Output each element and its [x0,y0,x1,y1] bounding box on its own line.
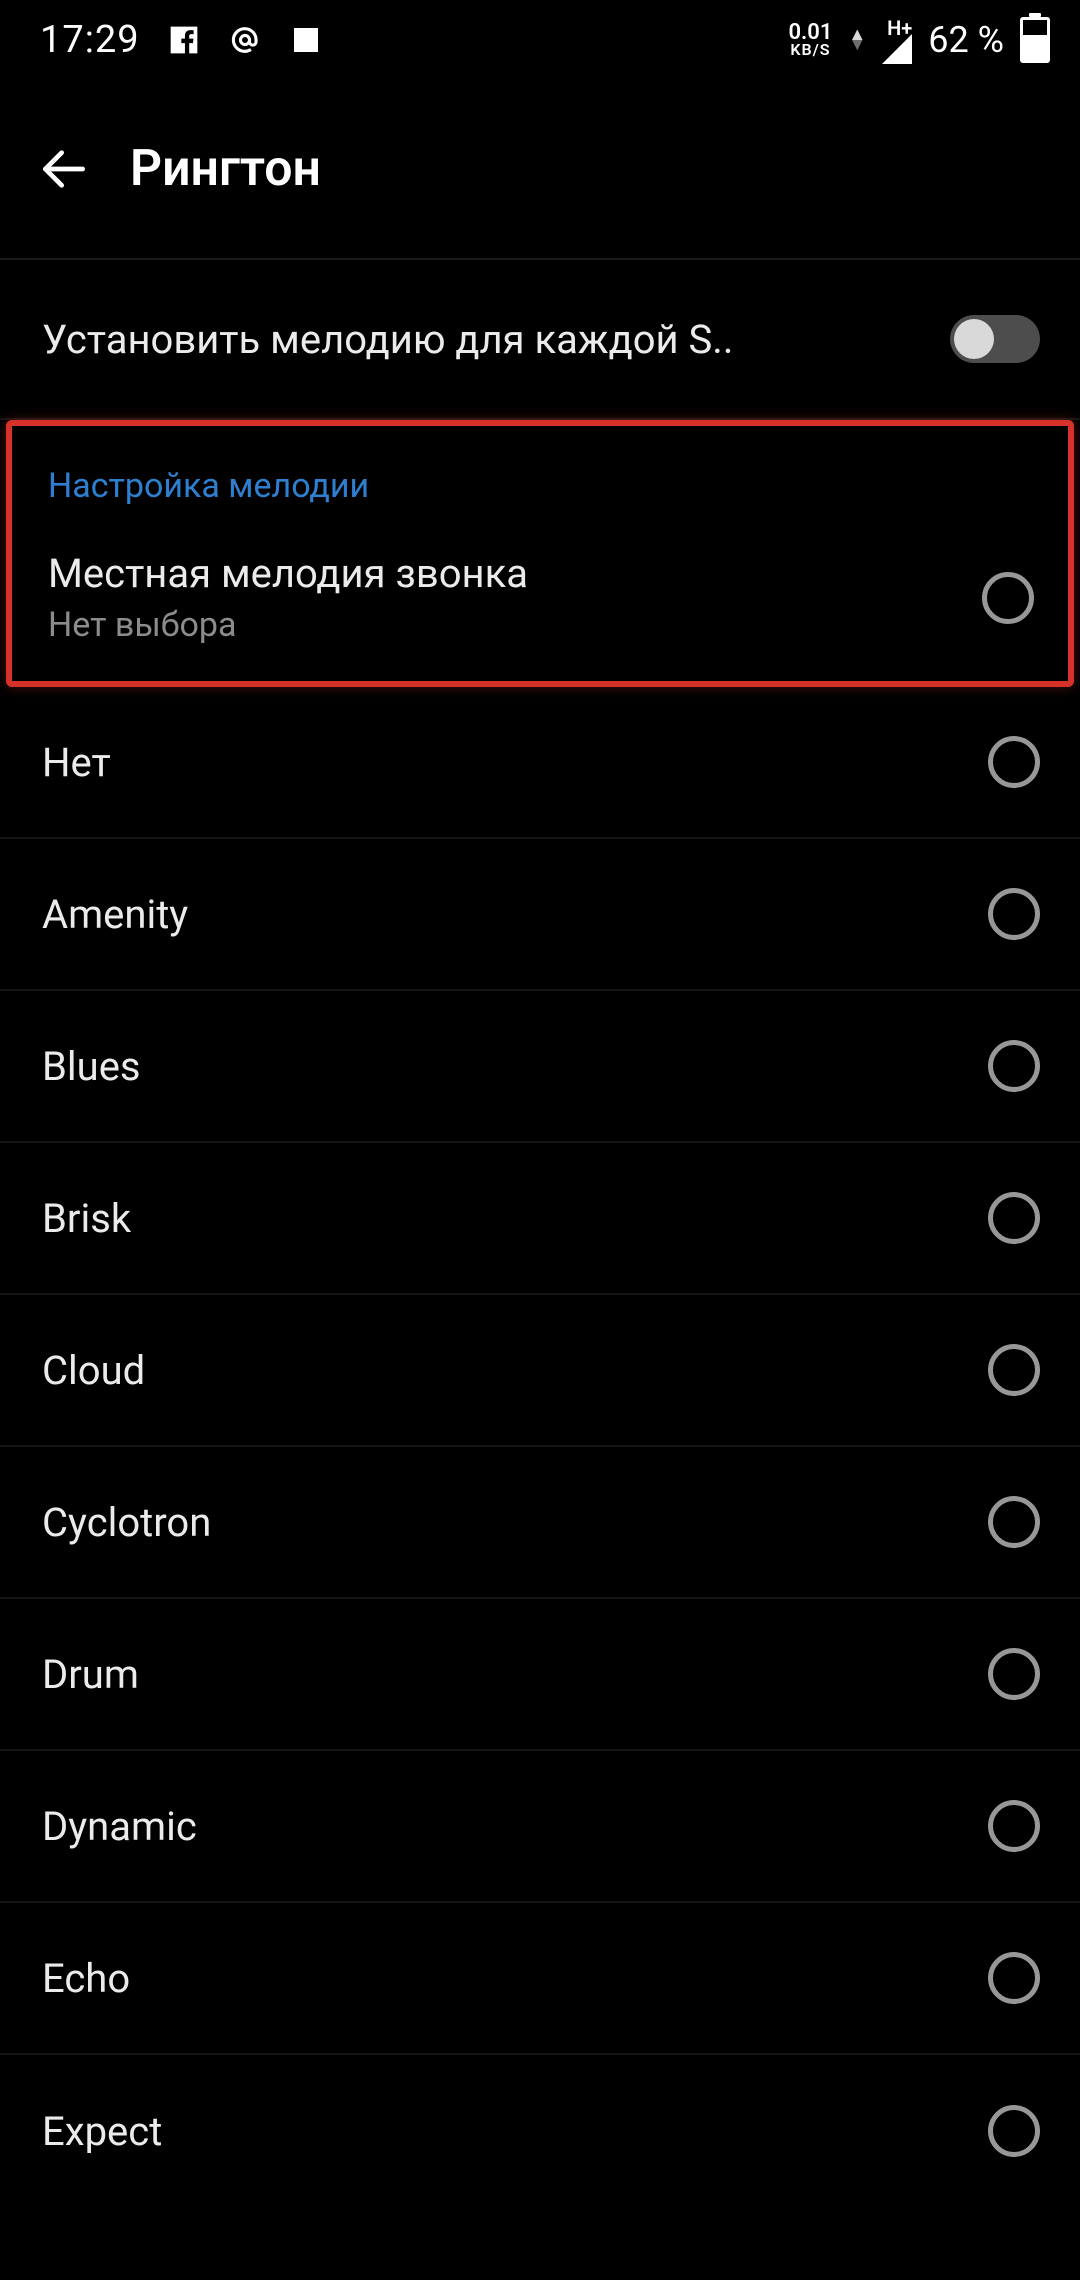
ringtone-radio[interactable] [988,2105,1040,2157]
ringtone-radio[interactable] [988,1800,1040,1852]
ringtone-label: Expect [42,2108,162,2155]
ringtone-radio[interactable] [988,1344,1040,1396]
signal-indicator: H+ [882,16,912,64]
status-left: 17:29 [40,18,322,62]
at-icon [228,23,262,57]
ringtone-row[interactable]: Cyclotron [0,1447,1080,1599]
page-title: Рингтон [130,140,321,198]
ringtone-row[interactable]: Drum [0,1599,1080,1751]
ringtone-label: Blues [42,1043,141,1090]
ringtone-radio[interactable] [988,736,1040,788]
ringtone-label: Amenity [42,891,188,938]
local-ringtone-sub: Нет выбора [48,605,528,645]
back-icon[interactable] [36,141,92,197]
ringtone-label: Echo [42,1955,130,2002]
ringtone-label: Brisk [42,1195,131,1242]
ringtone-radio[interactable] [988,1496,1040,1548]
ringtone-radio[interactable] [988,1192,1040,1244]
ringtone-label: Cloud [42,1347,145,1394]
signal-icon [882,34,912,64]
ringtone-label: Dynamic [42,1803,197,1850]
section-header-melody-settings: Настройка мелодии [12,426,1068,526]
ringtone-row[interactable]: Echo [0,1903,1080,2055]
toggle-knob [954,319,994,359]
per-sim-ringtone-label: Установить мелодию для каждой S.. [42,316,733,363]
facebook-icon [168,24,200,56]
ringtone-label: Cyclotron [42,1499,211,1546]
updown-arrows-icon: ▲▼ [848,30,866,50]
ringtone-radio[interactable] [988,888,1040,940]
status-right: 0.01 KB/S ▲▼ H+ 62 % [788,16,1050,64]
data-speed-indicator: 0.01 KB/S [788,23,832,57]
ringtone-label: Нет [42,739,111,786]
ringtone-row[interactable]: Cloud [0,1295,1080,1447]
ringtone-label: Drum [42,1651,139,1698]
ringtone-row[interactable]: Нет [0,687,1080,839]
local-ringtone-label: Местная мелодия звонка [48,550,528,597]
ringtone-radio[interactable] [988,1648,1040,1700]
battery-percentage: 62 % [928,19,1004,61]
ringtone-row[interactable]: Expect [0,2055,1080,2207]
per-sim-ringtone-row[interactable]: Установить мелодию для каждой S.. [0,260,1080,420]
image-icon [290,24,322,56]
ringtone-row[interactable]: Dynamic [0,1751,1080,1903]
ringtone-radio[interactable] [988,1952,1040,2004]
ringtone-row[interactable]: Blues [0,991,1080,1143]
battery-icon [1020,17,1050,63]
local-ringtone-radio[interactable] [982,572,1034,624]
highlight-box: Настройка мелодии Местная мелодия звонка… [6,420,1074,687]
local-ringtone-row[interactable]: Местная мелодия звонка Нет выбора [12,526,1068,681]
ringtone-radio[interactable] [988,1040,1040,1092]
per-sim-ringtone-toggle[interactable] [950,315,1040,363]
ringtone-row[interactable]: Amenity [0,839,1080,991]
screen: 17:29 0.01 KB/S ▲▼ H+ 62 % [0,0,1080,2280]
app-bar: Рингтон [0,80,1080,260]
status-bar: 17:29 0.01 KB/S ▲▼ H+ 62 % [0,0,1080,80]
ringtone-list: Нет Amenity Blues Brisk Cloud Cyclotron … [0,687,1080,2207]
status-time: 17:29 [40,18,140,62]
ringtone-row[interactable]: Brisk [0,1143,1080,1295]
